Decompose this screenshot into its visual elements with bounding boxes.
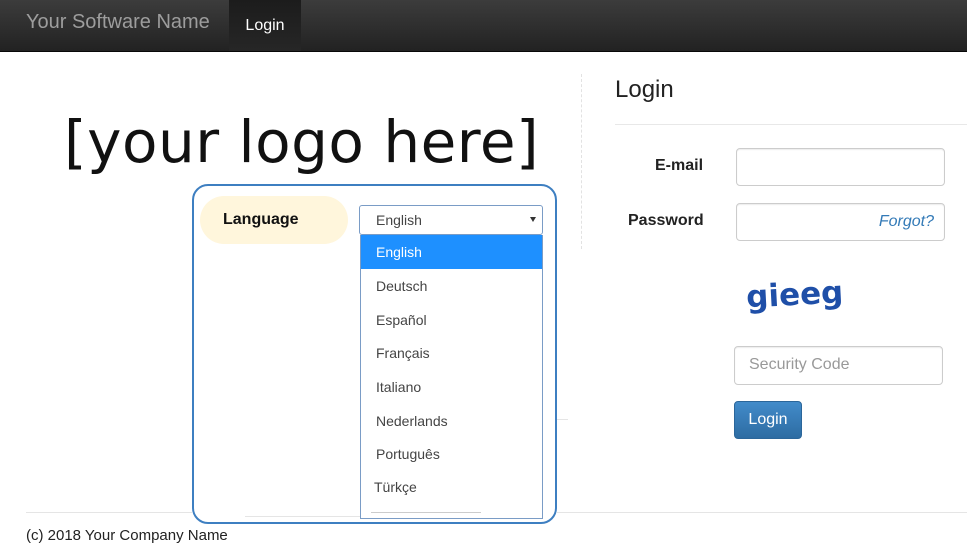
login-title: Login [615, 76, 674, 103]
language-option-deutsch[interactable]: Deutsch [361, 269, 542, 303]
footer-divider [557, 512, 967, 513]
password-field[interactable]: Forgot? [736, 203, 945, 241]
top-navbar: Your Software Name Login [0, 0, 967, 52]
email-field[interactable] [736, 148, 945, 186]
language-option-turkce[interactable]: Türkçe [361, 470, 542, 504]
language-select-value: English [376, 212, 422, 228]
brand-name[interactable]: Your Software Name [26, 11, 210, 34]
footer-copyright: (c) 2018 Your Company Name [26, 527, 228, 544]
footer-divider [245, 516, 360, 517]
language-option-nederlands[interactable]: Nederlands [361, 404, 542, 438]
forgot-password-link[interactable]: Forgot? [879, 213, 934, 231]
language-option-espanol[interactable]: Español [361, 303, 542, 337]
footer-divider [26, 512, 192, 513]
language-dropdown-list[interactable]: English Deutsch Español Français Italian… [360, 235, 543, 519]
security-code-placeholder: Security Code [749, 356, 850, 373]
language-label: Language [223, 211, 299, 228]
divider [556, 419, 568, 420]
login-divider [615, 124, 967, 125]
logo-placeholder: [your logo here] [64, 108, 540, 176]
language-option-italiano[interactable]: Italiano [361, 370, 542, 404]
dropdown-scroll-edge [371, 512, 481, 513]
password-label: Password [628, 212, 704, 229]
tab-login[interactable]: Login [229, 0, 301, 51]
captcha-text: gieegi [745, 274, 844, 316]
language-option-portugues[interactable]: Português [361, 437, 542, 471]
login-button[interactable]: Login [734, 401, 802, 439]
security-code-input[interactable]: Security Code [734, 346, 943, 385]
language-option-english[interactable]: English [361, 235, 542, 269]
language-select[interactable]: English [359, 205, 543, 235]
column-divider [581, 74, 582, 249]
captcha-image: gieegi [745, 274, 844, 316]
language-option-francais[interactable]: Français [361, 336, 542, 370]
chevron-down-icon[interactable] [530, 217, 536, 222]
email-label: E-mail [655, 157, 704, 174]
